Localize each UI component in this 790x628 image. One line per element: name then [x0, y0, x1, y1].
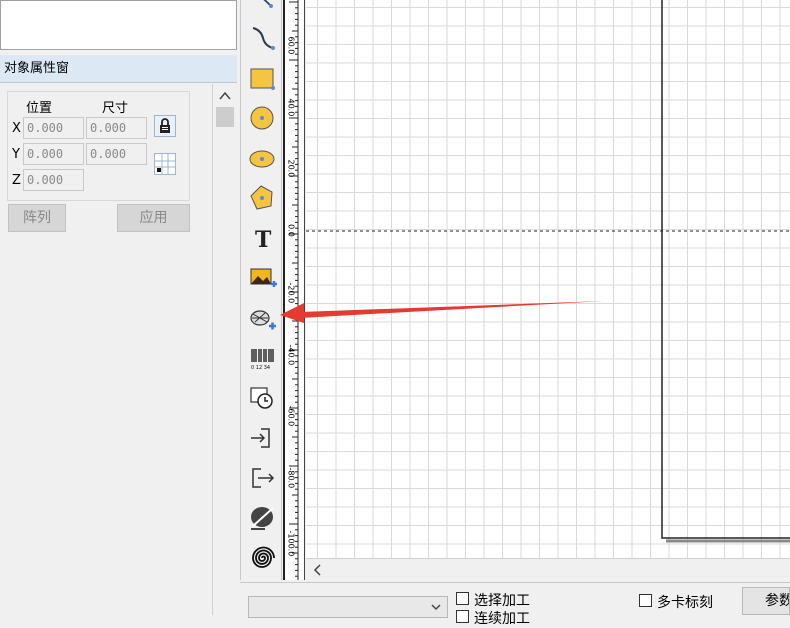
lock-ratio-button[interactable]	[154, 115, 176, 137]
y-size-field[interactable]: 0.000	[86, 143, 147, 165]
scroll-up-button[interactable]	[215, 88, 235, 104]
spiral-icon	[252, 546, 275, 568]
ruler-label: -40.0	[286, 344, 296, 366]
x-label: X	[12, 121, 21, 136]
ruler-label: 20.0	[286, 159, 296, 178]
polygon-tool[interactable]	[247, 182, 279, 214]
timer-icon	[250, 387, 273, 409]
scroll-thumb[interactable]	[216, 107, 234, 127]
object-list-area[interactable]	[0, 0, 237, 50]
circle-icon	[250, 106, 274, 130]
x-position-field[interactable]: 0.000	[23, 117, 84, 139]
continuous-process-checkbox[interactable]	[456, 610, 469, 623]
y-label: Y	[12, 147, 20, 162]
text-tool[interactable]: T	[247, 222, 279, 254]
input-port-tool[interactable]	[247, 422, 279, 454]
text-tool-glyph: T	[255, 227, 272, 253]
encoder-tool[interactable]	[247, 502, 279, 534]
bitmap-tool[interactable]	[247, 262, 279, 294]
position-label: 位置	[26, 101, 53, 116]
multi-card-checkbox[interactable]	[639, 594, 652, 607]
property-scrollbar[interactable]	[213, 84, 237, 615]
barcode-digits: 0 12 34	[251, 365, 270, 371]
select-process-checkbox[interactable]	[456, 592, 469, 605]
params-button[interactable]: 参数	[742, 587, 790, 615]
barcode-tool[interactable]: 0 12 34	[247, 342, 279, 374]
text-icon: T	[255, 227, 272, 253]
chevron-down-icon	[431, 604, 441, 611]
drawing-canvas[interactable]	[306, 0, 790, 558]
curve-tool[interactable]	[247, 22, 279, 54]
vector-file-icon	[250, 310, 276, 330]
ruler-label: -60.0	[286, 405, 296, 427]
ellipse-tool[interactable]	[247, 142, 279, 174]
anchor-grid-icon	[155, 154, 175, 174]
y-position-field[interactable]: 0.000	[23, 143, 84, 165]
output-port-tool[interactable]	[247, 462, 279, 494]
tool-partial[interactable]	[247, 0, 279, 20]
curve-partial-icon	[263, 0, 273, 8]
z-position-field[interactable]: 0.000	[23, 169, 84, 191]
canvas-overlay	[306, 0, 790, 543]
ellipse-icon	[249, 150, 275, 168]
multi-card-label: 多卡标刻	[657, 595, 713, 611]
ruler-label: -80.0	[286, 467, 296, 489]
ruler-label: 40.0	[286, 98, 296, 117]
continuous-process-label: 连续加工	[474, 611, 530, 627]
bitmap-icon	[250, 268, 277, 287]
input-port-icon	[251, 428, 270, 448]
x-size-field[interactable]: 0.000	[86, 117, 147, 139]
curve-icon	[252, 27, 275, 50]
apply-button[interactable]: 应用	[117, 204, 190, 232]
encoder-icon	[251, 507, 274, 530]
property-window-title: 对象属性窗	[0, 55, 237, 83]
polygon-icon	[250, 185, 273, 210]
vector-file-tool[interactable]	[247, 302, 279, 334]
annotation-arrow	[280, 301, 604, 323]
rectangle-icon	[250, 68, 275, 90]
ruler-label: -100.0	[286, 530, 296, 557]
select-process-label: 选择加工	[474, 593, 530, 609]
timer-tool[interactable]	[247, 382, 279, 414]
z-label: Z	[12, 173, 21, 188]
chevron-left-icon	[313, 564, 321, 576]
circle-tool[interactable]	[247, 102, 279, 134]
array-button[interactable]: 阵列	[8, 204, 66, 232]
lock-icon	[160, 118, 170, 133]
ruler-label: 60.0	[286, 36, 296, 55]
chevron-up-icon	[219, 91, 231, 100]
ruler-label: 0.0	[286, 224, 296, 237]
anchor-point-button[interactable]	[154, 153, 176, 175]
size-label: 尺寸	[102, 101, 129, 116]
rectangle-tool[interactable]	[247, 62, 279, 94]
barcode-icon: 0 12 34	[251, 349, 274, 371]
spiral-tool[interactable]	[247, 542, 279, 574]
work-area-border	[661, 0, 790, 539]
horizontal-scrollbar[interactable]	[306, 558, 790, 580]
output-port-icon	[252, 468, 275, 488]
